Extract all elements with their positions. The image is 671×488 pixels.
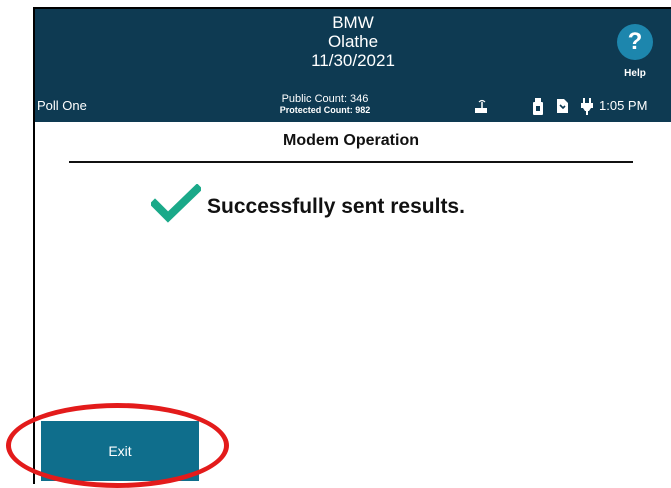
public-count: Public Count: 346 bbox=[281, 93, 369, 105]
success-message: Successfully sent results. bbox=[207, 195, 465, 218]
title-divider bbox=[69, 161, 633, 163]
checkmark-icon bbox=[151, 184, 201, 223]
power-plug-icon bbox=[581, 98, 593, 115]
help-label: Help bbox=[624, 68, 646, 79]
modem-icon bbox=[475, 99, 487, 113]
clock: 1:05 PM bbox=[599, 98, 648, 113]
poll-name: Poll One bbox=[37, 98, 87, 113]
header-bar: BMW Olathe 11/30/2021 ? Help Poll One Pu… bbox=[35, 9, 671, 122]
document-icon bbox=[557, 99, 568, 113]
help-button[interactable]: ? Help bbox=[613, 24, 657, 82]
header-org: BMW bbox=[332, 13, 374, 32]
protected-count: Protected Count: 982 bbox=[279, 105, 371, 115]
exit-button[interactable]: Exit bbox=[41, 421, 199, 481]
page-title: Modem Operation bbox=[282, 132, 419, 149]
voting-terminal-screen: BMW Olathe 11/30/2021 ? Help Poll One Pu… bbox=[33, 7, 671, 484]
ballot-counts: Public Count: 346 Protected Count: 982 bbox=[225, 93, 425, 116]
usb-drive-icon bbox=[533, 98, 543, 115]
help-icon: ? bbox=[617, 24, 653, 60]
header-location: Olathe bbox=[327, 32, 379, 51]
header-date: 11/30/2021 bbox=[311, 51, 395, 70]
